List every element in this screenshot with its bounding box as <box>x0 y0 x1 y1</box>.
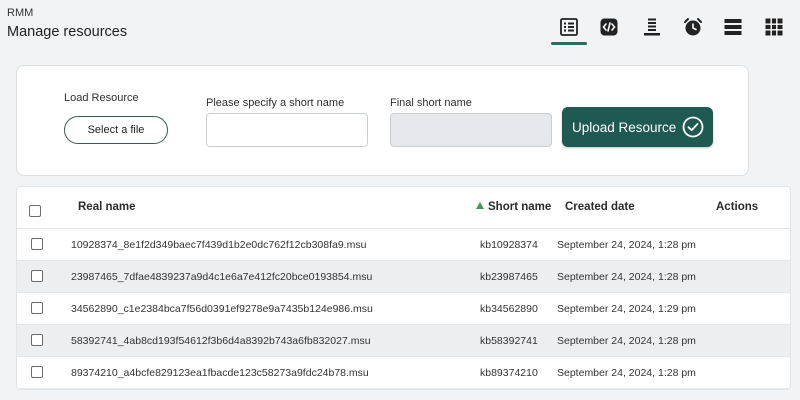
column-header-short-name[interactable]: Short name <box>476 201 551 213</box>
row-short-name: kb23987465 <box>480 271 538 283</box>
toolbar-grid-button[interactable] <box>755 10 793 44</box>
load-resource-label: Load Resource <box>64 92 139 104</box>
row-short-name: kb10928374 <box>480 239 538 251</box>
row-real-name: 34562890_c1e2384bca7f56d0391ef9278e9a743… <box>71 303 373 315</box>
final-short-name-label: Final short name <box>390 97 472 109</box>
row-real-name: 89374210_a4bcfe829123ea1fbacde123c58273a… <box>71 367 369 379</box>
list-details-icon <box>560 18 578 36</box>
table-header: Real name Short name Created date Action… <box>17 187 790 229</box>
row-created-date: September 24, 2024, 1:28 pm <box>557 335 696 347</box>
short-name-input[interactable] <box>206 113 368 147</box>
upload-resource-panel: Load Resource Select a file Please speci… <box>16 65 749 176</box>
short-name-header-label: Short name <box>488 201 552 213</box>
code-icon <box>600 18 618 36</box>
table-row[interactable]: 23987465_7dfae4839237a9d4c1e6a7e412fc20b… <box>17 261 790 293</box>
upload-resource-button[interactable]: Upload Resource <box>562 107 713 147</box>
row-real-name: 10928374_8e1f2d349baec7f439d1b2e0dc762f1… <box>71 239 367 251</box>
page-header: RMM Manage resources <box>0 0 800 56</box>
row-short-name: kb89374210 <box>480 367 538 379</box>
column-header-real-name[interactable]: Real name <box>78 201 136 213</box>
column-header-actions: Actions <box>716 201 759 213</box>
toolbar-list-details-button[interactable] <box>550 10 588 45</box>
toolbar-rows-button[interactable] <box>714 10 752 44</box>
short-name-label: Please specify a short name <box>206 97 345 109</box>
app-name: RMM <box>7 7 34 19</box>
row-created-date: September 24, 2024, 1:29 pm <box>557 303 696 315</box>
table-row[interactable]: 34562890_c1e2384bca7f56d0391ef9278e9a743… <box>17 293 790 325</box>
grid-icon <box>765 18 783 36</box>
row-real-name: 58392741_4ab8cd193f54612f3b6d4a8392b743a… <box>71 335 371 347</box>
row-created-date: September 24, 2024, 1:28 pm <box>557 367 696 379</box>
table-row[interactable]: 89374210_a4bcfe829123ea1fbacde123c58273a… <box>17 357 790 389</box>
row-short-name: kb58392741 <box>480 335 538 347</box>
row-short-name: kb34562890 <box>480 303 538 315</box>
row-checkbox[interactable] <box>31 302 43 314</box>
resources-table: Real name Short name Created date Action… <box>16 186 791 390</box>
row-created-date: September 24, 2024, 1:28 pm <box>557 239 696 251</box>
row-created-date: September 24, 2024, 1:28 pm <box>557 271 696 283</box>
stack-icon <box>644 18 660 36</box>
toolbar-stack-button[interactable] <box>633 10 671 44</box>
alarm-clock-icon <box>684 18 702 36</box>
column-header-created-date[interactable]: Created date <box>565 201 635 213</box>
sort-ascending-icon <box>476 202 484 209</box>
row-checkbox[interactable] <box>31 270 43 282</box>
page-title: Manage resources <box>7 24 128 40</box>
select-all-checkbox[interactable] <box>29 205 41 217</box>
check-circle-icon <box>682 116 704 138</box>
row-checkbox[interactable] <box>31 334 43 346</box>
toolbar-code-button[interactable] <box>590 10 628 44</box>
toolbar-alarm-button[interactable] <box>674 10 712 44</box>
select-file-button[interactable]: Select a file <box>64 116 168 144</box>
final-short-name-field <box>390 113 552 147</box>
row-real-name: 23987465_7dfae4839237a9d4c1e6a7e412fc20b… <box>71 271 373 283</box>
row-checkbox[interactable] <box>31 238 43 250</box>
upload-resource-button-label: Upload Resource <box>572 119 677 135</box>
rows-icon <box>724 19 742 35</box>
table-row[interactable]: 58392741_4ab8cd193f54612f3b6d4a8392b743a… <box>17 325 790 357</box>
row-checkbox[interactable] <box>31 366 43 378</box>
table-row[interactable]: 10928374_8e1f2d349baec7f439d1b2e0dc762f1… <box>17 229 790 261</box>
